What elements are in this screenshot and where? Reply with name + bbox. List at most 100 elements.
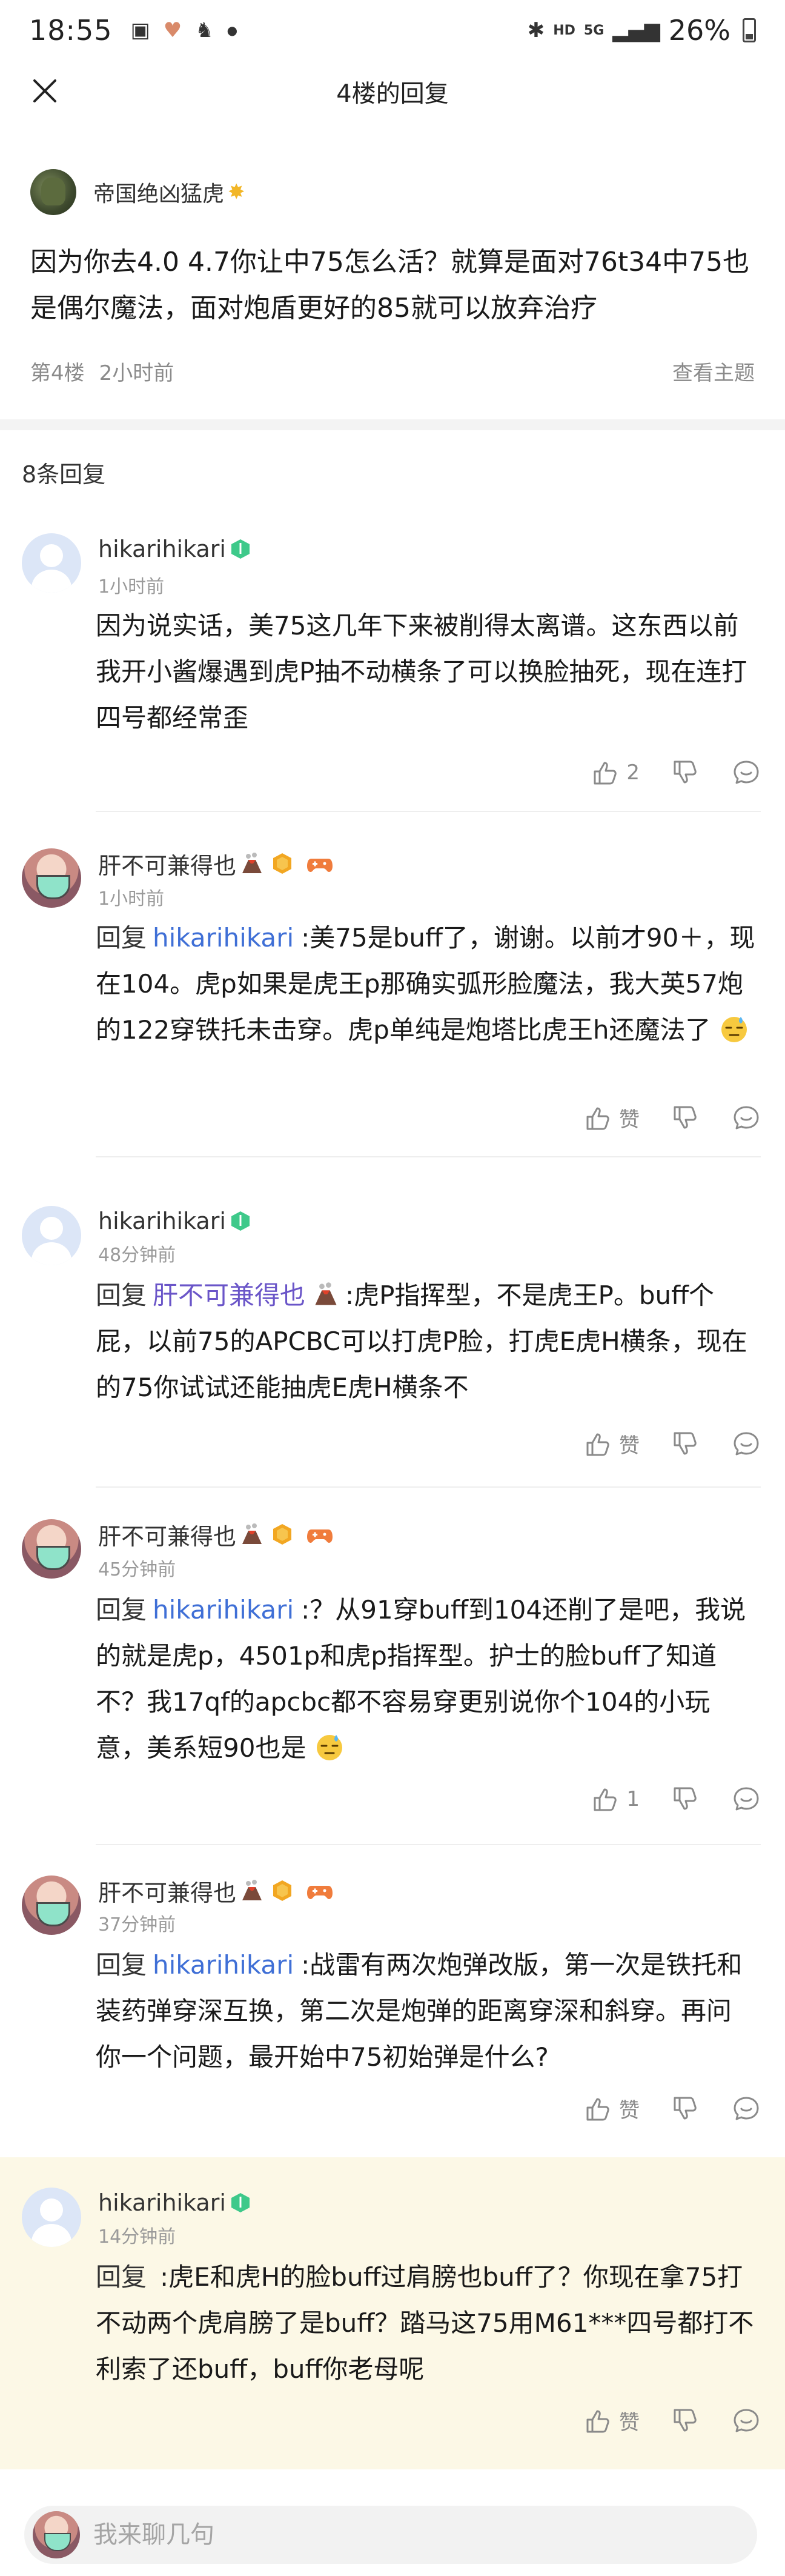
- thumbs-down-icon: [671, 1785, 700, 1814]
- volcano-icon: [240, 1879, 264, 1903]
- avatar[interactable]: [22, 848, 81, 908]
- reply-prefix: 回复: [96, 1280, 147, 1310]
- volcano-icon: [313, 1281, 339, 1308]
- dislike-button[interactable]: [671, 2406, 700, 2435]
- reply-time: 1小时前: [98, 576, 165, 597]
- thumbs-up-icon: [584, 1429, 613, 1459]
- like-button[interactable]: 赞: [584, 2406, 640, 2435]
- thumbs-down-icon: [671, 2406, 700, 2435]
- dislike-button[interactable]: [671, 758, 700, 787]
- like-button[interactable]: 赞: [584, 2094, 640, 2123]
- sweat-emoji-icon: [719, 1013, 749, 1043]
- mention-link[interactable]: hikarihikari: [153, 923, 294, 953]
- signal-icon: ▂▄▆: [612, 18, 660, 42]
- like-count: 赞: [619, 2098, 640, 2123]
- reply-item: 肝不可兼得也 45分钟前 回复 hikarihikari:？从91穿buff到10…: [0, 1488, 785, 1845]
- avatar: [33, 2511, 80, 2558]
- gallery-icon: ▣: [130, 18, 150, 42]
- page-title: 4楼的回复: [336, 80, 449, 108]
- reply-content: 回复 hikarihikari:战雷有两次炮弹改版，第一次是铁托和装药弹穿深互换，…: [96, 1942, 756, 2080]
- post-time: 2小时前: [99, 361, 174, 385]
- comment-icon: [732, 758, 761, 787]
- thumbs-down-icon: [671, 1429, 700, 1459]
- reply-content: 回复 hikarihikari:美75是buff了，谢谢。以前才90＋，现在104…: [96, 915, 756, 1053]
- volcano-icon: [240, 851, 264, 876]
- view-topic-link[interactable]: 查看主题: [672, 356, 755, 386]
- status-time: 18:55: [29, 14, 113, 47]
- reply-content: 回复:虎E和虎H的脸buff过肩膀也buff了？你现在拿75打不动两个虎肩膀了是…: [96, 2254, 756, 2392]
- status-bar: 18:55 ▣ ♥ ♞ ● ✱ HD 5G ▂▄▆ 26%: [0, 0, 785, 61]
- avatar[interactable]: [22, 1206, 81, 1265]
- reply-input[interactable]: [93, 2521, 699, 2549]
- mention-link[interactable]: hikarihikari: [153, 1595, 294, 1625]
- sun-badge-icon: ✸: [228, 180, 245, 204]
- reply-time: 45分钟前: [98, 1559, 176, 1580]
- like-count: 赞: [619, 1108, 640, 1132]
- reply-prefix: 回复: [96, 1595, 147, 1625]
- reply-prefix: 回复: [96, 1950, 147, 1980]
- composer[interactable]: [24, 2506, 757, 2564]
- mention-link[interactable]: 肝不可兼得也: [153, 1280, 305, 1310]
- comment-button[interactable]: [732, 2406, 761, 2435]
- author-name[interactable]: 肝不可兼得也: [98, 1518, 236, 1551]
- avatar[interactable]: [22, 1875, 81, 1935]
- dislike-button[interactable]: [671, 1785, 700, 1814]
- like-button[interactable]: 赞: [584, 1429, 640, 1459]
- reply-time: 1小时前: [98, 888, 165, 910]
- avatar[interactable]: [30, 169, 76, 215]
- author-name[interactable]: hikarihikari: [98, 536, 226, 562]
- comment-button[interactable]: [732, 1429, 761, 1459]
- avatar[interactable]: [22, 2188, 81, 2247]
- like-button[interactable]: 赞: [584, 1103, 640, 1133]
- level-badge-icon: [270, 1879, 294, 1903]
- gamepad-icon: [306, 1522, 333, 1546]
- bluetooth-icon: ✱: [527, 18, 545, 42]
- health-icon: ♥: [163, 18, 182, 42]
- avatar[interactable]: [22, 1519, 81, 1579]
- like-button[interactable]: 2: [591, 758, 640, 787]
- battery-icon: [743, 18, 756, 42]
- comment-icon: [732, 2094, 761, 2123]
- like-count: 1: [626, 1787, 640, 1811]
- comment-button[interactable]: [732, 1103, 761, 1133]
- reply-content: 回复 hikarihikari:？从91穿buff到104还削了是吧，我说的就是虎…: [96, 1587, 756, 1771]
- thumbs-up-icon: [591, 758, 620, 787]
- main-post-author-row[interactable]: 帝国绝凶猛虎 ✸: [30, 168, 245, 216]
- author-name[interactable]: 肝不可兼得也: [98, 847, 236, 880]
- reply-content: 回复 肝不可兼得也:虎P指挥型，不是虎王P。buff个屁，以前75的APCBC可以…: [96, 1273, 756, 1411]
- like-button[interactable]: 1: [591, 1785, 640, 1814]
- comment-button[interactable]: [732, 1785, 761, 1814]
- thumbs-down-icon: [671, 2094, 700, 2123]
- avatar[interactable]: [22, 533, 81, 593]
- author-name[interactable]: hikarihikari: [98, 2189, 226, 2216]
- author-name[interactable]: 肝不可兼得也: [98, 1874, 236, 1908]
- author-name[interactable]: hikarihikari: [98, 1208, 226, 1234]
- reply-time: 37分钟前: [98, 1914, 176, 1935]
- dislike-button[interactable]: [671, 2094, 700, 2123]
- main-post-content: 因为你去4.0 4.7你让中75怎么活？就算是面对76t34中75也是偶尔魔法，…: [30, 247, 750, 324]
- reply-item: 肝不可兼得也 37分钟前 回复 hikarihikari:战雷有两次炮弹改版，第一…: [0, 1845, 785, 2157]
- diamond-badge-icon: [230, 538, 251, 560]
- reply-item-highlighted: hikarihikari 14分钟前 回复:虎E和虎H的脸buff过肩膀也buf…: [0, 2157, 785, 2469]
- reply-count: 8条回复: [22, 461, 106, 488]
- thumbs-up-icon: [584, 2406, 613, 2435]
- comment-icon: [732, 2406, 761, 2435]
- like-count: 赞: [619, 1434, 640, 1458]
- composer-bar: [0, 2492, 785, 2576]
- like-count: 2: [626, 760, 640, 785]
- thumbs-down-icon: [671, 1103, 700, 1133]
- reply-time: 14分钟前: [98, 2226, 176, 2248]
- dislike-button[interactable]: [671, 1103, 700, 1133]
- mention-link[interactable]: hikarihikari: [153, 1950, 294, 1980]
- reply-content: 因为说实话，美75这几年下来被削得太离谱。这东西以前我开小酱爆遇到虎P抽不动横条…: [96, 611, 747, 733]
- thumbs-up-icon: [584, 1103, 613, 1133]
- gamepad-icon: [306, 1879, 333, 1903]
- floor-label: 第4楼: [30, 361, 85, 385]
- comment-button[interactable]: [732, 2094, 761, 2123]
- hd-icon: HD: [553, 22, 575, 38]
- dislike-button[interactable]: [671, 1429, 700, 1459]
- thumbs-down-icon: [671, 758, 700, 787]
- 5g-icon: 5G: [583, 22, 604, 38]
- comment-button[interactable]: [732, 758, 761, 787]
- author-name[interactable]: 帝国绝凶猛虎: [93, 176, 224, 208]
